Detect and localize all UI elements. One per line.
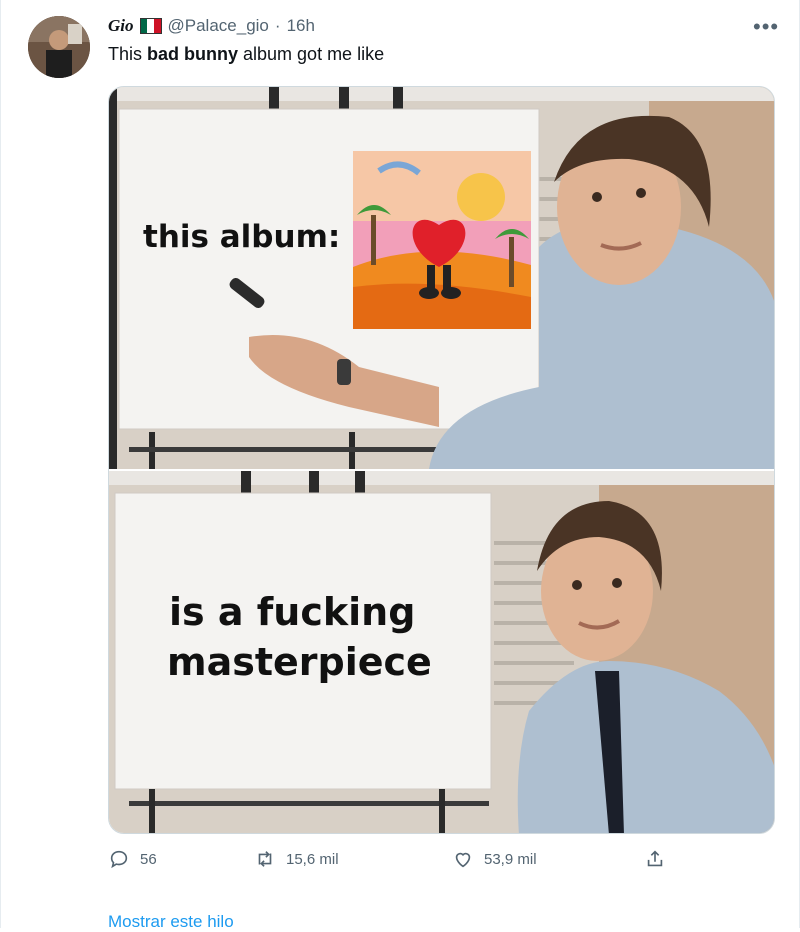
like-count: 53,9 mil bbox=[484, 850, 537, 868]
show-thread-link[interactable]: Mostrar este hilo bbox=[108, 912, 234, 932]
retweet-count: 15,6 mil bbox=[286, 850, 339, 868]
reply-count: 56 bbox=[140, 850, 157, 868]
tweet-actions: 56 15,6 mil 53,9 mil bbox=[108, 848, 668, 878]
tweet-media[interactable]: this album: is a fucking masterpiece bbox=[108, 86, 775, 834]
meme-bottom-panel: is a fucking masterpiece bbox=[109, 471, 774, 833]
tweet-text-bold: bad bunny bbox=[147, 44, 239, 64]
tweet-text-part-1: This bbox=[108, 44, 148, 64]
tweet-time[interactable]: 16h bbox=[287, 16, 315, 36]
separator-dot: · bbox=[274, 16, 281, 35]
heart-icon bbox=[455, 852, 471, 868]
more-dots-icon[interactable]: ••• bbox=[753, 14, 779, 40]
meme-top-text: this album: bbox=[143, 219, 340, 255]
tweet-text: This bad bunny album got me like bbox=[108, 44, 384, 65]
meme-bottom-text-line-1: is a fucking bbox=[169, 590, 415, 634]
meme-top-panel: this album: bbox=[109, 87, 774, 469]
display-name[interactable]: Gio bbox=[108, 16, 134, 36]
reply-icon bbox=[110, 850, 128, 869]
retweet-button[interactable]: 15,6 mil bbox=[254, 848, 339, 870]
tweet-card: Gio @Palace_gio · 16h ••• This bad bunny… bbox=[0, 0, 800, 931]
mexico-flag-icon bbox=[139, 18, 162, 34]
avatar[interactable] bbox=[28, 16, 90, 78]
meme-bottom-text-line-2: masterpiece bbox=[167, 640, 432, 684]
retweet-icon bbox=[258, 851, 272, 867]
tweet-header: Gio @Palace_gio · 16h bbox=[108, 16, 315, 36]
avatar-image bbox=[28, 16, 90, 78]
share-button[interactable] bbox=[644, 848, 666, 870]
like-button[interactable]: 53,9 mil bbox=[452, 848, 537, 870]
share-icon bbox=[647, 850, 663, 867]
user-handle[interactable]: @Palace_gio bbox=[168, 16, 269, 36]
tweet-text-part-2: album got me like bbox=[238, 44, 385, 64]
reply-button[interactable]: 56 bbox=[108, 848, 157, 870]
